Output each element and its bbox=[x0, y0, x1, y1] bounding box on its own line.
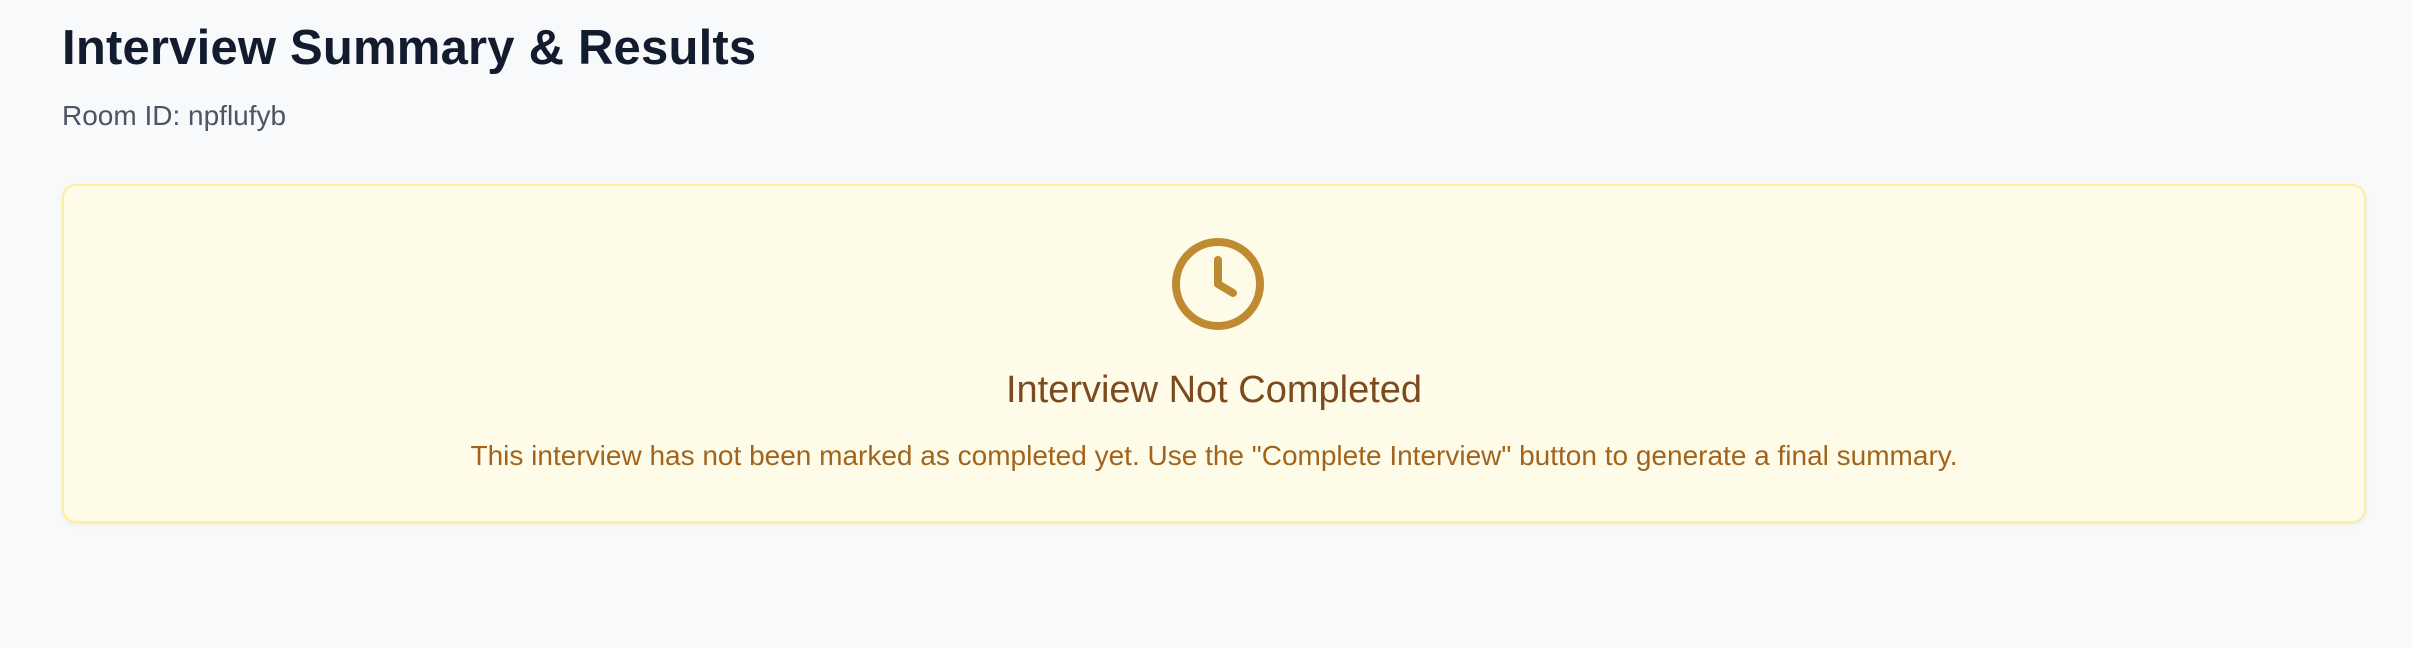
interview-not-completed-card: Interview Not Completed This interview h… bbox=[62, 184, 2366, 523]
clock-icon bbox=[1172, 238, 1264, 330]
interview-summary-page: Interview Summary & Results Room ID: npf… bbox=[0, 0, 2412, 648]
status-message: This interview has not been marked as co… bbox=[470, 440, 1958, 471]
room-id: Room ID: npflufyb bbox=[62, 100, 287, 131]
status-title: Interview Not Completed bbox=[1005, 369, 1423, 411]
page-title: Interview Summary & Results bbox=[62, 21, 757, 75]
